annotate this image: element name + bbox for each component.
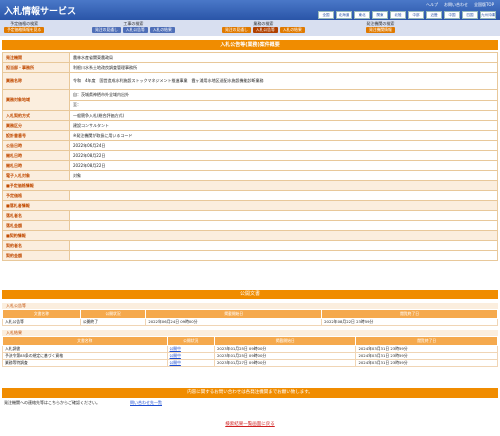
table-row: 入札契約方式 一般競争入札(総合評価方式)	[2, 110, 498, 121]
nav-group-construction: 工事の検索 発注の見通し 入札公告等 入札の結果	[92, 21, 175, 33]
construction-result-button[interactable]: 入札の結果	[149, 27, 175, 33]
region-tab[interactable]: 近畿	[426, 11, 442, 19]
table-row: 業務区分 建設コンサルタント	[2, 120, 498, 131]
back-to-results-link[interactable]: 検索結果一覧画面に戻る	[225, 422, 275, 427]
table-row: 電子入札対象 対象	[2, 170, 498, 181]
search-nav: 予定価格の検索 予定価格情報を見る 工事の検索 発注の見通し 入札公告等 入札の…	[0, 20, 500, 36]
national-top-link[interactable]: 全国版TOP	[474, 2, 494, 8]
table-row: 業務等特調査 公開中 2023年01月27日 09時00分 2024年03月31日 2…	[2, 359, 498, 367]
agency-info-button[interactable]: 発注機関情報	[366, 27, 395, 33]
service-result-button[interactable]: 入札の結果	[279, 27, 305, 33]
section-header: ■予定価格情報	[2, 180, 498, 191]
table-row: 落札者名	[2, 210, 498, 221]
col-header: 公開状況	[166, 336, 215, 346]
construction-outlook-button[interactable]: 発注の見通し	[92, 27, 121, 33]
region-tab[interactable]: 九州沖縄	[480, 11, 496, 19]
table-row: 開札日時 2022年08月22日	[2, 150, 498, 161]
table-row: 予決令第85条の規定に基づく資格 公開中 2023年01月25日 09時00分 202…	[2, 352, 498, 360]
region-tab[interactable]: 全国	[318, 11, 334, 19]
contact-list-link[interactable]: 問い合わせ先一覧	[130, 400, 162, 408]
region-tab[interactable]: 関東	[372, 11, 388, 19]
nav-group-price: 予定価格の検索 予定価格情報を見る	[4, 21, 45, 33]
section-header: ■契約情報	[2, 230, 498, 241]
inquiry-label: 発注機関への連絡先等はこちらからご確認ください。	[4, 400, 100, 405]
table-row: 業務対象地域 自：茨城県神栖市外全域内出外	[2, 89, 498, 111]
nav-group-service: 業務の検索 発注の見通し 入札公告等 入札の結果	[222, 21, 305, 33]
service-outlook-button[interactable]: 発注の見通し	[222, 27, 251, 33]
table-row: 契約金額	[2, 250, 498, 261]
col-header: 掲載開始日	[213, 336, 357, 346]
service-notice-button[interactable]: 入札公告等	[252, 27, 278, 33]
region-tab[interactable]: 四国	[462, 11, 478, 19]
open-doc-link[interactable]: 公開中	[170, 353, 181, 358]
app-title: 入札情報サービス	[4, 7, 77, 17]
inquiry-heading: 内容に関するお問い合わせは各発注機関までお願い致します。	[2, 388, 498, 398]
inquiry-row: 発注機関への連絡先等はこちらからご確認ください。 問い合わせ先一覧	[2, 400, 500, 408]
detail-table: 発注機関 農林水産省関東農政局 担当部・事務所 利根川水系土地改良調査管理事務所 業…	[2, 52, 498, 261]
table-row: 落札金額	[2, 220, 498, 231]
contact-link[interactable]: お問い合わせ	[444, 2, 468, 8]
section-header: ■落札者情報	[2, 200, 498, 211]
docs-table-notice: 文書名称 公開状況 掲載開始日 閲覧終了日 入札公告等 公開終了 2022年06月24日 …	[2, 309, 498, 326]
public-documents: 公開文書 入札公告等 文書名称 公開状況 掲載開始日 閲覧終了日 入札公告等 公開終了 2…	[2, 290, 498, 367]
table-row: 設計書番号 ※発注機関が取扱に用いるコード	[2, 130, 498, 141]
table-row: 入札公告等 公開終了 2022年06月24日 09時00分 2022年08月22日 2…	[2, 318, 498, 326]
top-links: ヘルプ お問い合わせ 全国版TOP	[426, 2, 494, 8]
construction-notice-button[interactable]: 入札公告等	[122, 27, 148, 33]
col-header: 文書名称	[2, 309, 81, 319]
price-info-button[interactable]: 予定価格情報を見る	[4, 27, 45, 33]
table-row: 担当部・事務所 利根川水系土地改良調査管理事務所	[2, 62, 498, 73]
region-tab[interactable]: 中部	[408, 11, 424, 19]
open-doc-link[interactable]: 公開中	[170, 346, 181, 351]
table-row: 公告日時 2022年06月24日	[2, 140, 498, 151]
back-section: 検索結果一覧画面に戻る	[0, 421, 500, 427]
col-header: 掲載開始日	[145, 309, 323, 319]
region-tab[interactable]: 中国	[444, 11, 460, 19]
table-row: 開札日時 2022年08月22日	[2, 160, 498, 171]
col-header: 公開状況	[79, 309, 147, 319]
region-tabs: 全国 北海道 東北 関東 北陸 中部 近畿 中国 四国 九州沖縄	[318, 11, 496, 19]
nav-group-agency: 発注機関の検索 発注機関情報	[366, 21, 395, 33]
table-row: 契約者名	[2, 240, 498, 251]
col-header: 文書名称	[2, 336, 168, 346]
region-tab[interactable]: 北海道	[336, 11, 352, 19]
open-doc-link[interactable]: 公開中	[170, 360, 181, 365]
table-row: 入札調書 公開中 2023年01月25日 09時00分 2024年03月31日 23時…	[2, 345, 498, 353]
region-tab[interactable]: 北陸	[390, 11, 406, 19]
table-row: 至：	[3, 99, 498, 111]
docs-heading: 公開文書	[2, 290, 498, 299]
col-header: 閲覧終了日	[355, 336, 498, 346]
table-row: 業務名称 令和 4年度 国営造成水利施設ストックマネジメント推進事業 霞ヶ浦用水地…	[2, 72, 498, 90]
docs-table-result: 文書名称 公開状況 掲載開始日 閲覧終了日 入札調書 公開中 2023年01月25日 09…	[2, 336, 498, 367]
help-link[interactable]: ヘルプ	[426, 2, 438, 8]
col-header: 閲覧終了日	[321, 309, 498, 319]
detail-heading: 入札公告等(業務)案件概要	[2, 40, 498, 50]
region-tab[interactable]: 東北	[354, 11, 370, 19]
top-bar: 入札情報サービス ヘルプ お問い合わせ 全国版TOP 全国 北海道 東北 関東 …	[0, 0, 500, 20]
table-row: 発注機関 農林水産省関東農政局	[2, 52, 498, 63]
table-row: 予定価格	[2, 190, 498, 201]
